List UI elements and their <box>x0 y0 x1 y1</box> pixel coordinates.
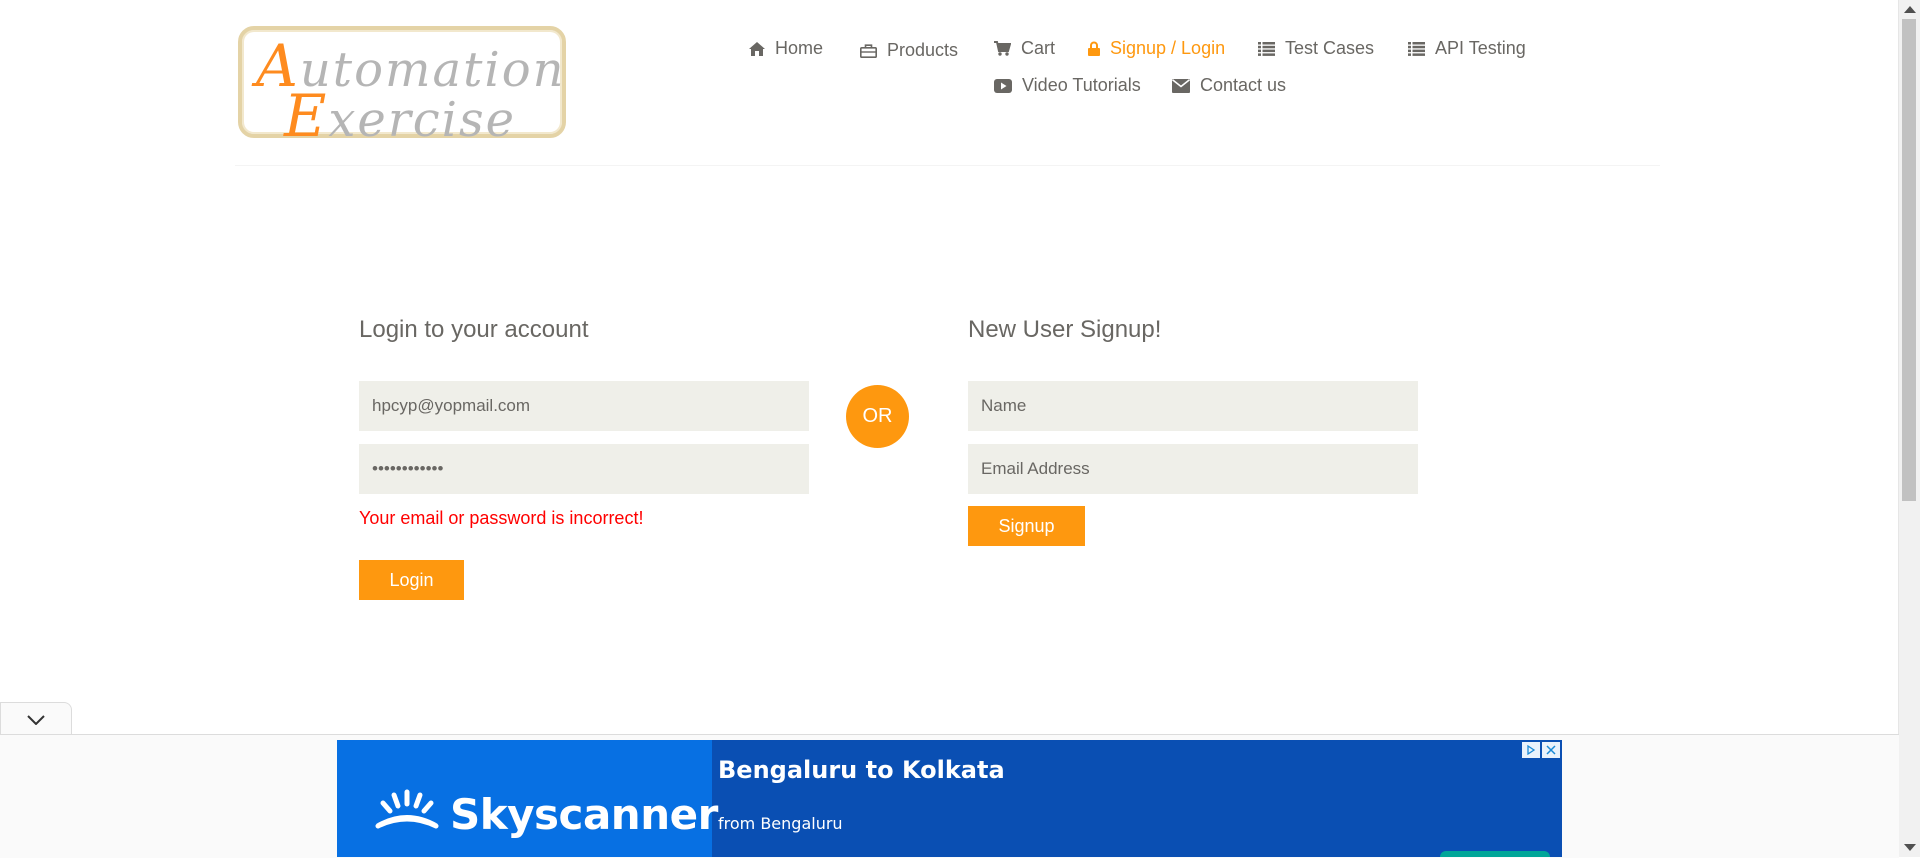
header-divider <box>235 165 1660 166</box>
nav-home[interactable]: Home <box>749 38 823 59</box>
envelope-icon <box>1172 78 1190 93</box>
youtube-icon <box>994 78 1012 93</box>
signup-name-input[interactable] <box>968 381 1418 431</box>
nav-video-tutorials-label: Video Tutorials <box>1022 75 1141 95</box>
close-icon[interactable] <box>1542 742 1560 758</box>
nav-contact-us-label: Contact us <box>1200 75 1287 95</box>
lock-icon <box>1088 41 1100 56</box>
ad-choices <box>1522 742 1560 758</box>
login-email-input[interactable] <box>359 381 809 431</box>
nav-video-tutorials[interactable]: Video Tutorials <box>994 75 1141 96</box>
nav-api-testing-label: API Testing <box>1435 38 1526 58</box>
nav-test-cases-label: Test Cases <box>1285 38 1375 58</box>
ad-title: Bengaluru to Kolkata <box>718 756 1005 784</box>
briefcase-icon <box>860 43 877 58</box>
signup-heading: New User Signup! <box>968 316 1162 343</box>
nav-contact-us[interactable]: Contact us <box>1172 75 1286 96</box>
list-icon <box>1408 41 1425 56</box>
ad-collapse-toggle[interactable] <box>0 702 72 734</box>
or-badge: OR <box>846 385 909 448</box>
nav-products-label: Products <box>887 40 959 60</box>
scroll-thumb[interactable] <box>1902 19 1916 501</box>
nav-test-cases[interactable]: Test Cases <box>1258 38 1374 59</box>
login-error-message: Your email or password is incorrect! <box>359 508 644 528</box>
nav-signup-login-label: Signup / Login <box>1110 38 1226 58</box>
ad-subtitle: from Bengaluru <box>718 814 843 833</box>
signup-email-input[interactable] <box>968 444 1418 494</box>
home-icon <box>749 41 765 56</box>
nav-signup-login[interactable]: Signup / Login <box>1088 38 1225 59</box>
nav-cart-label: Cart <box>1021 38 1056 58</box>
skyscanner-logo-icon <box>375 789 439 829</box>
chevron-down-icon <box>27 715 45 725</box>
login-heading: Login to your account <box>359 316 589 343</box>
list-icon <box>1258 41 1275 56</box>
cart-icon <box>994 41 1011 56</box>
nav-api-testing[interactable]: API Testing <box>1408 38 1526 59</box>
scroll-up-arrow-icon[interactable] <box>1904 6 1916 13</box>
adchoices-icon[interactable] <box>1522 742 1540 758</box>
nav-products[interactable]: Products <box>860 40 958 61</box>
ad-brand-name: Skyscanner <box>450 790 718 839</box>
ad-brand-panel: Skyscanner <box>337 740 718 857</box>
ad-cta-button[interactable] <box>1440 851 1550 857</box>
skyscanner-ad[interactable]: Skyscanner Bengaluru to Kolkata from Ben… <box>337 740 1562 857</box>
logo-line-2: Exercise <box>284 82 517 150</box>
login-button[interactable]: Login <box>359 560 464 600</box>
nav-cart[interactable]: Cart <box>994 38 1055 59</box>
page-scrollbar[interactable] <box>1898 0 1920 857</box>
signup-button[interactable]: Signup <box>968 506 1085 546</box>
scroll-down-arrow-icon[interactable] <box>1904 844 1916 851</box>
login-password-input[interactable] <box>359 444 809 494</box>
site-logo[interactable]: Automation Exercise <box>238 26 566 150</box>
nav-home-label: Home <box>775 38 824 58</box>
